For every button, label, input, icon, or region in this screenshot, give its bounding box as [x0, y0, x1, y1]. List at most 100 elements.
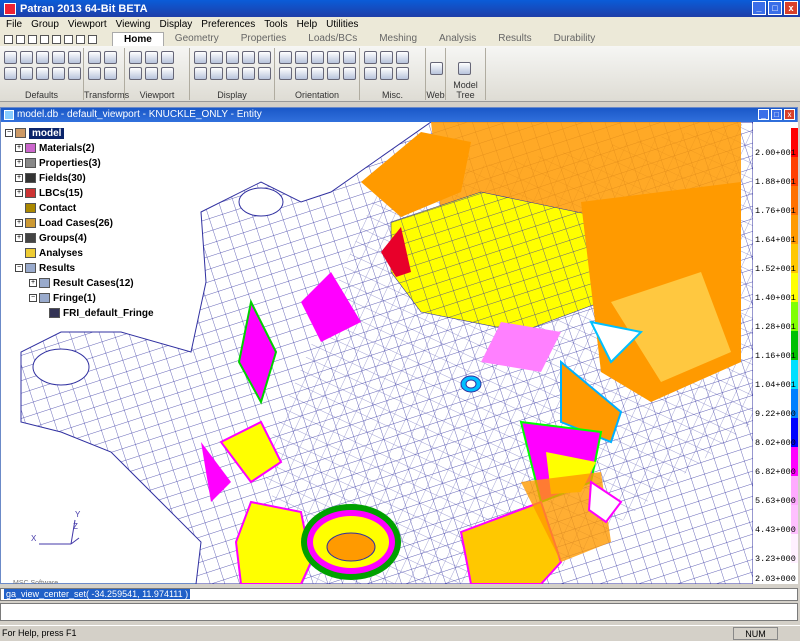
menu-tools[interactable]: Tools: [264, 19, 287, 30]
menu-preferences[interactable]: Preferences: [201, 19, 255, 30]
pan-icon[interactable]: [104, 51, 117, 64]
tree-node-materials[interactable]: + Materials(2): [15, 141, 95, 155]
tree-node-fields[interactable]: + Fields(30): [15, 171, 86, 185]
ruler-icon[interactable]: [364, 67, 377, 80]
checkbox-icon[interactable]: [49, 308, 60, 318]
rotate-icon[interactable]: [88, 51, 101, 64]
free-edges-icon[interactable]: [242, 67, 255, 80]
viewport-maximize-button[interactable]: □: [771, 109, 782, 120]
rotate-xy-icon[interactable]: [88, 67, 101, 80]
open-file-icon[interactable]: [16, 34, 25, 44]
bottom-view-icon[interactable]: [327, 51, 340, 64]
maximize-button[interactable]: □: [768, 1, 782, 15]
tree-node-results[interactable]: − Results: [15, 261, 75, 275]
shaded-icon[interactable]: [226, 51, 239, 64]
close-button[interactable]: x: [784, 1, 798, 15]
undo-icon[interactable]: [40, 34, 49, 44]
expand-icon[interactable]: +: [15, 144, 23, 152]
hidden-line-icon[interactable]: [210, 51, 223, 64]
menu-group[interactable]: Group: [31, 19, 59, 30]
labels-icon[interactable]: [210, 67, 223, 80]
tab-analysis[interactable]: Analysis: [428, 32, 487, 46]
tree-node-result-cases[interactable]: + Result Cases(12): [29, 276, 134, 290]
open-icon[interactable]: [20, 51, 33, 64]
top-view-icon[interactable]: [311, 51, 324, 64]
menu-display[interactable]: Display: [160, 19, 193, 30]
graph-icon[interactable]: [396, 67, 409, 80]
tree-node-fri-default-fringe[interactable]: FRI_default_Fringe: [49, 306, 154, 320]
tab-durability[interactable]: Durability: [543, 32, 607, 46]
zoom-out-icon[interactable]: [129, 67, 142, 80]
print-icon[interactable]: [52, 34, 61, 44]
tab-loads-bcs[interactable]: Loads/BCs: [297, 32, 368, 46]
rotate-z-icon[interactable]: [104, 67, 117, 80]
tree-node-lbcs[interactable]: + LBCs(15): [15, 186, 83, 200]
tree-node-load-cases[interactable]: + Load Cases(26): [15, 216, 113, 230]
tree-node-analyses[interactable]: Analyses: [25, 246, 83, 260]
tab-geometry[interactable]: Geometry: [164, 32, 230, 46]
close-db-icon[interactable]: [36, 51, 49, 64]
collapse-icon[interactable]: −: [5, 129, 13, 137]
tree-node-contact[interactable]: Contact: [25, 201, 76, 215]
save-db-icon[interactable]: [52, 51, 65, 64]
left-view-icon[interactable]: [343, 51, 356, 64]
wireframe-icon[interactable]: [194, 51, 207, 64]
viewport-minimize-button[interactable]: _: [758, 109, 769, 120]
paint-icon[interactable]: [52, 67, 65, 80]
menu-utilities[interactable]: Utilities: [326, 19, 358, 30]
viewport-window[interactable]: model.db - default_viewport - KNUCKLE_ON…: [0, 107, 798, 584]
expand-icon[interactable]: +: [15, 174, 23, 182]
tab-meshing[interactable]: Meshing: [368, 32, 428, 46]
refresh-icon[interactable]: [36, 67, 49, 80]
iso4-view-icon[interactable]: [343, 67, 356, 80]
print-db-icon[interactable]: [68, 51, 81, 64]
zoom-in-icon[interactable]: [145, 67, 158, 80]
home-web-icon[interactable]: [430, 62, 443, 75]
expand-icon[interactable]: +: [15, 159, 23, 167]
view-icon[interactable]: [76, 34, 85, 44]
graphics-area[interactable]: − model + Materials(2) + Properties(3) + Fie…: [1, 122, 753, 584]
menu-help[interactable]: Help: [297, 19, 318, 30]
center-view-icon[interactable]: [145, 51, 158, 64]
viewport-close-button[interactable]: x: [784, 109, 795, 120]
collapse-icon[interactable]: −: [29, 294, 37, 302]
expand-icon[interactable]: +: [15, 189, 23, 197]
magnify-icon[interactable]: [161, 67, 174, 80]
iso1-view-icon[interactable]: [295, 67, 308, 80]
tab-home[interactable]: Home: [112, 32, 164, 46]
tree-node-model[interactable]: − model: [5, 126, 65, 140]
tab-properties[interactable]: Properties: [230, 32, 298, 46]
command-history[interactable]: ga_view_center_set( -34.259541, 11.97411…: [0, 588, 798, 601]
tree-node-fringe[interactable]: − Fringe(1): [29, 291, 96, 305]
expand-icon[interactable]: +: [29, 279, 37, 287]
rear-view-icon[interactable]: [295, 51, 308, 64]
command-input[interactable]: [0, 603, 798, 621]
tree-node-properties[interactable]: + Properties(3): [15, 156, 101, 170]
iso2-view-icon[interactable]: [311, 67, 324, 80]
mesh-display-icon[interactable]: [194, 67, 207, 80]
smooth-shaded-icon[interactable]: [242, 51, 255, 64]
expand-icon[interactable]: +: [15, 234, 23, 242]
display-props-icon[interactable]: [258, 51, 271, 64]
info-icon[interactable]: [380, 67, 393, 80]
transform-icon[interactable]: [88, 34, 97, 44]
undo-db-icon[interactable]: [20, 67, 33, 80]
collapse-icon[interactable]: −: [15, 264, 23, 272]
brush-icon[interactable]: [64, 34, 73, 44]
menu-viewport[interactable]: Viewport: [68, 19, 107, 30]
fit-view-icon[interactable]: [129, 51, 142, 64]
right-view-icon[interactable]: [279, 67, 292, 80]
expand-icon[interactable]: +: [15, 219, 23, 227]
tree-node-groups[interactable]: + Groups(4): [15, 231, 87, 245]
save-icon[interactable]: [28, 34, 37, 44]
tape-icon[interactable]: [380, 51, 393, 64]
new-file-icon[interactable]: [4, 34, 13, 44]
reset-graphics-icon[interactable]: [68, 67, 81, 80]
display-toggle-icon[interactable]: [258, 67, 271, 80]
menu-viewing[interactable]: Viewing: [116, 19, 151, 30]
copy-icon[interactable]: [4, 67, 17, 80]
tab-results[interactable]: Results: [487, 32, 542, 46]
iso3-view-icon[interactable]: [327, 67, 340, 80]
minimize-button[interactable]: _: [752, 1, 766, 15]
node-size-icon[interactable]: [226, 67, 239, 80]
